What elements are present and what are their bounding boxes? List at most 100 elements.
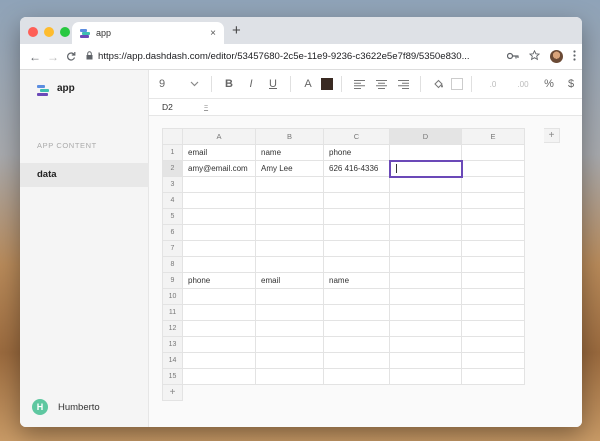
cell-a5[interactable] bbox=[182, 208, 256, 225]
cell-a4[interactable] bbox=[182, 192, 256, 209]
app-name[interactable]: app bbox=[57, 83, 75, 94]
cell-e1[interactable] bbox=[461, 144, 525, 161]
row-header[interactable]: 13 bbox=[162, 336, 183, 353]
cell-e4[interactable] bbox=[461, 192, 525, 209]
cell-e2[interactable] bbox=[461, 160, 525, 177]
font-size-select[interactable]: 9 bbox=[149, 70, 183, 99]
maximize-window-button[interactable] bbox=[60, 27, 70, 37]
cell-a15[interactable] bbox=[182, 368, 256, 385]
cell-e14[interactable] bbox=[461, 352, 525, 369]
user-profile[interactable]: H Humberto bbox=[32, 399, 100, 415]
cell-c15[interactable] bbox=[323, 368, 390, 385]
cell-a11[interactable] bbox=[182, 304, 256, 321]
cell-d1[interactable] bbox=[389, 144, 462, 161]
add-row-button[interactable]: + bbox=[162, 385, 183, 401]
cell-c6[interactable] bbox=[323, 224, 390, 241]
cell-d5[interactable] bbox=[389, 208, 462, 225]
row-header[interactable]: 14 bbox=[162, 352, 183, 369]
cell-c8[interactable] bbox=[323, 256, 390, 273]
decrease-decimal-button[interactable]: .0 bbox=[478, 70, 508, 99]
row-header[interactable]: 7 bbox=[162, 240, 183, 257]
cell-e11[interactable] bbox=[461, 304, 525, 321]
browser-tab[interactable]: app × bbox=[72, 22, 224, 44]
tab-close-icon[interactable]: × bbox=[210, 28, 216, 39]
cell-a3[interactable] bbox=[182, 176, 256, 193]
cell-e8[interactable] bbox=[461, 256, 525, 273]
cell-e6[interactable] bbox=[461, 224, 525, 241]
cell-b3[interactable] bbox=[255, 176, 324, 193]
cell-b1[interactable]: name bbox=[255, 144, 324, 161]
cell-b13[interactable] bbox=[255, 336, 324, 353]
profile-avatar[interactable] bbox=[550, 50, 563, 63]
cell-b2[interactable]: Amy Lee bbox=[255, 160, 324, 177]
cell-d15[interactable] bbox=[389, 368, 462, 385]
cell-b10[interactable] bbox=[255, 288, 324, 305]
cell-e3[interactable] bbox=[461, 176, 525, 193]
row-header[interactable]: 8 bbox=[162, 256, 183, 273]
key-icon[interactable] bbox=[506, 51, 519, 63]
cell-b15[interactable] bbox=[255, 368, 324, 385]
text-color-button[interactable]: A bbox=[297, 70, 319, 99]
cell-a1[interactable]: email bbox=[182, 144, 256, 161]
row-header[interactable]: 11 bbox=[162, 304, 183, 321]
cell-d2[interactable] bbox=[388, 159, 463, 178]
underline-button[interactable]: U bbox=[262, 70, 284, 99]
cell-b9[interactable]: email bbox=[255, 272, 324, 289]
cell-a9[interactable]: phone bbox=[182, 272, 256, 289]
italic-button[interactable]: I bbox=[240, 70, 262, 99]
cell-e15[interactable] bbox=[461, 368, 525, 385]
cell-c7[interactable] bbox=[323, 240, 390, 257]
cell-c5[interactable] bbox=[323, 208, 390, 225]
cell-e12[interactable] bbox=[461, 320, 525, 337]
align-center-icon[interactable] bbox=[370, 70, 392, 99]
chevron-down-icon[interactable] bbox=[183, 70, 205, 99]
cell-b12[interactable] bbox=[255, 320, 324, 337]
cell-d3[interactable] bbox=[389, 176, 462, 193]
column-header-a[interactable]: A bbox=[182, 128, 256, 145]
cell-c12[interactable] bbox=[323, 320, 390, 337]
row-header[interactable]: 1 bbox=[162, 144, 183, 161]
cell-d10[interactable] bbox=[389, 288, 462, 305]
cell-b5[interactable] bbox=[255, 208, 324, 225]
cell-d12[interactable] bbox=[389, 320, 462, 337]
cell-d11[interactable] bbox=[389, 304, 462, 321]
column-header-e[interactable]: E bbox=[461, 128, 525, 145]
cell-d6[interactable] bbox=[389, 224, 462, 241]
cell-d9[interactable] bbox=[389, 272, 462, 289]
star-icon[interactable] bbox=[528, 49, 541, 64]
forward-button[interactable]: → bbox=[44, 50, 62, 64]
cell-a12[interactable] bbox=[182, 320, 256, 337]
cell-d8[interactable] bbox=[389, 256, 462, 273]
column-header-c[interactable]: C bbox=[323, 128, 390, 145]
cell-e9[interactable] bbox=[461, 272, 525, 289]
currency-button[interactable]: $ bbox=[560, 70, 582, 99]
increase-decimal-button[interactable]: .00 bbox=[508, 70, 538, 99]
cell-d4[interactable] bbox=[389, 192, 462, 209]
row-header[interactable]: 9 bbox=[162, 272, 183, 289]
cell-c13[interactable] bbox=[323, 336, 390, 353]
row-header[interactable]: 15 bbox=[162, 368, 183, 385]
cell-b4[interactable] bbox=[255, 192, 324, 209]
reload-button[interactable] bbox=[62, 50, 80, 64]
close-window-button[interactable] bbox=[28, 27, 38, 37]
cell-e7[interactable] bbox=[461, 240, 525, 257]
select-all-corner[interactable] bbox=[162, 128, 183, 145]
cell-c9[interactable]: name bbox=[323, 272, 390, 289]
cell-c11[interactable] bbox=[323, 304, 390, 321]
cell-a10[interactable] bbox=[182, 288, 256, 305]
percent-button[interactable]: % bbox=[538, 70, 560, 99]
add-column-button[interactable]: + bbox=[544, 128, 560, 143]
row-header[interactable]: 10 bbox=[162, 288, 183, 305]
paint-bucket-icon[interactable] bbox=[427, 70, 449, 99]
cell-e5[interactable] bbox=[461, 208, 525, 225]
cell-b7[interactable] bbox=[255, 240, 324, 257]
cell-c1[interactable]: phone bbox=[323, 144, 390, 161]
cell-b11[interactable] bbox=[255, 304, 324, 321]
cell-a7[interactable] bbox=[182, 240, 256, 257]
row-header[interactable]: 4 bbox=[162, 192, 183, 209]
new-tab-button[interactable]: + bbox=[232, 22, 241, 39]
cell-a14[interactable] bbox=[182, 352, 256, 369]
row-header[interactable]: 12 bbox=[162, 320, 183, 337]
menu-dots-icon[interactable] bbox=[573, 49, 576, 64]
cell-b8[interactable] bbox=[255, 256, 324, 273]
